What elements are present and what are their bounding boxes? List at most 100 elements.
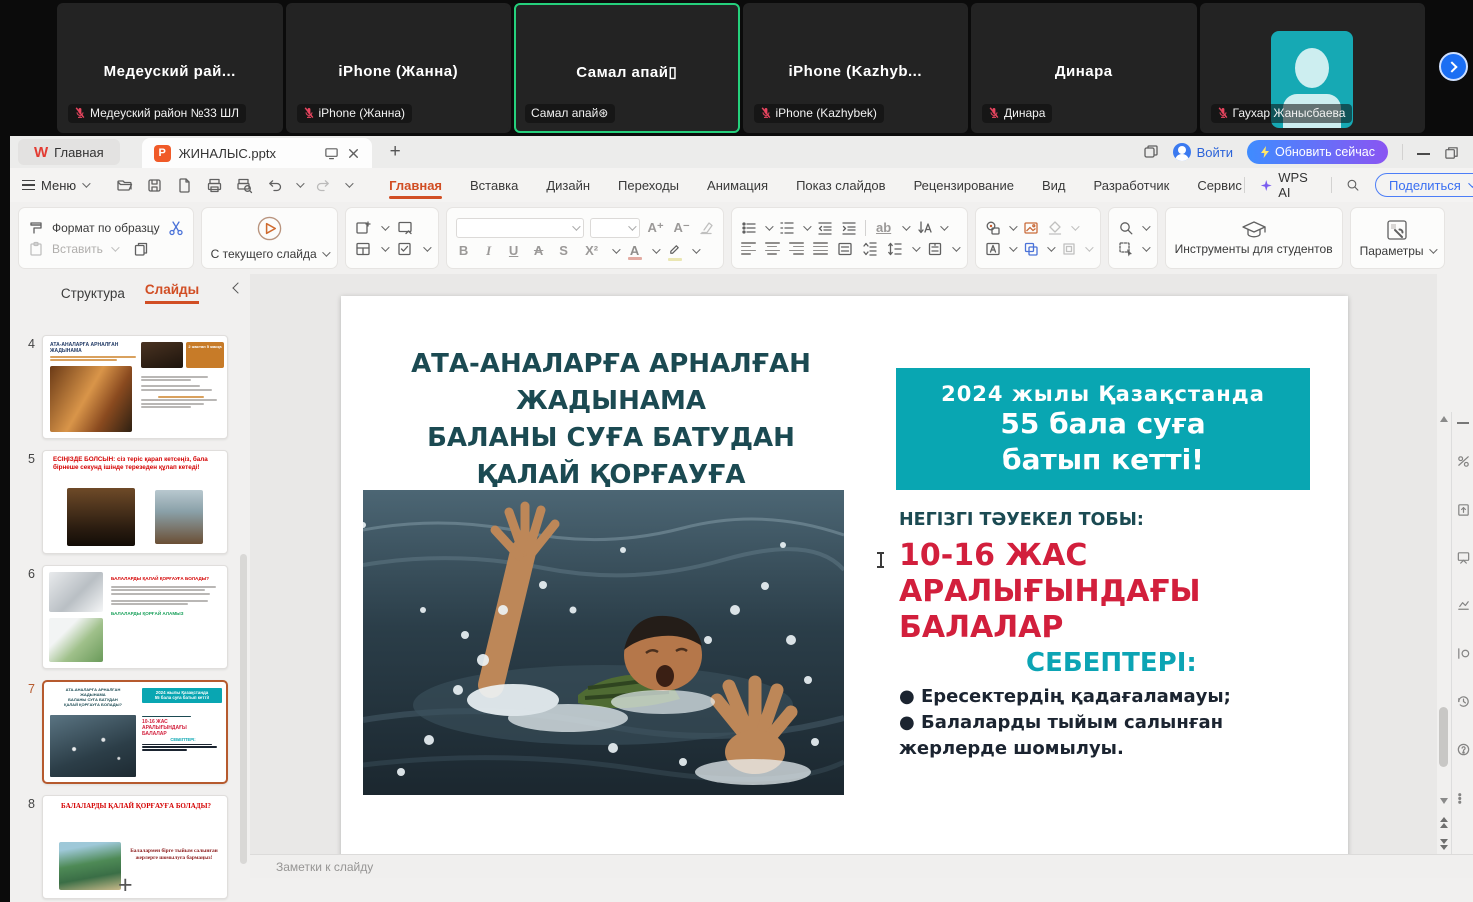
risk-group-heading[interactable]: НЕГІЗГІ ТӘУЕКЕЛ ТОБЫ: — [899, 510, 1144, 530]
shapes-icon[interactable] — [985, 220, 1001, 236]
slide-thumbnail-7-selected[interactable]: АТА-АНАЛАРҒА АРНАЛҒАН ЖАДЫНАМА БАЛАНЫ СУ… — [42, 680, 228, 784]
save-icon[interactable] — [146, 177, 163, 194]
align-left-icon[interactable] — [741, 242, 756, 255]
menu-button[interactable]: Меню — [22, 178, 88, 193]
layout-chevron[interactable] — [381, 243, 389, 251]
arrange-chevron[interactable] — [1047, 243, 1055, 251]
upload-icon[interactable] — [1456, 502, 1471, 517]
participant-tile-samal-active-speaker[interactable]: Самал апай▯ Самал апай⊛ — [514, 3, 740, 133]
justify-icon[interactable] — [813, 242, 828, 255]
numbering-chevron[interactable] — [803, 222, 811, 230]
text-shadow-button[interactable]: S — [556, 243, 572, 258]
line-spacing-chevron[interactable] — [912, 243, 920, 251]
history-icon[interactable] — [1456, 694, 1471, 709]
font-family-select[interactable] — [456, 218, 584, 238]
participant-tile-kazhybek[interactable]: iPhone (Kazhyb... iPhone (Kazhybek) — [743, 3, 969, 133]
restore-window-button[interactable] — [1444, 145, 1459, 160]
quickbar-more-chevron[interactable] — [345, 179, 353, 187]
document-tab[interactable]: P ЖИНАЛЫС.pptx — [142, 138, 372, 168]
redo-icon[interactable] — [315, 177, 332, 194]
reset-slide-icon[interactable] — [397, 241, 413, 257]
bold-button[interactable]: B — [456, 243, 472, 258]
distribute-text-icon[interactable] — [837, 241, 853, 257]
print-preview-icon[interactable] — [236, 177, 253, 194]
tab-animation[interactable]: Анимация — [705, 171, 770, 200]
options-group[interactable]: Параметры — [1350, 207, 1445, 269]
participant-tile-medeusky[interactable]: Медеуский рай... Медеуский район №33 ШЛ — [57, 3, 283, 133]
format-painter-icon[interactable] — [28, 220, 44, 236]
collapse-rail-icon[interactable] — [1457, 422, 1469, 424]
tab-view[interactable]: Вид — [1040, 171, 1068, 200]
slide-layout-icon[interactable] — [355, 241, 371, 257]
tab-developer[interactable]: Разработчик — [1092, 171, 1172, 200]
row-spacing-icon[interactable] — [862, 241, 878, 257]
slide-thumbnail-4[interactable]: АТА-АНАЛАРҒА АРНАЛҒАН ЖАДЫНАМА 2 жастан … — [42, 335, 228, 439]
tab-home[interactable]: Главная — [387, 171, 444, 200]
copy-icon[interactable] — [133, 241, 149, 257]
bullet-list-icon[interactable] — [741, 220, 757, 236]
font-color-chevron[interactable] — [652, 245, 660, 253]
tab-design[interactable]: Дизайн — [544, 171, 592, 200]
participant-tile-dinara[interactable]: Динара Динара — [971, 3, 1197, 133]
student-tools-group[interactable]: Инструменты для студентов — [1165, 207, 1343, 269]
slides-pane-icon[interactable] — [1456, 550, 1471, 565]
insert-picture-icon[interactable] — [1023, 220, 1039, 236]
char-spacing-chevron[interactable] — [902, 222, 910, 230]
find-icon[interactable] — [1118, 220, 1134, 236]
fill-chevron[interactable] — [1071, 222, 1079, 230]
open-file-icon[interactable] — [116, 177, 133, 194]
shapes-chevron[interactable] — [1009, 222, 1017, 230]
text-direction-chevron[interactable] — [940, 222, 948, 230]
font-size-select[interactable] — [590, 218, 640, 238]
reasons-bullets[interactable]: ● Ересектердің қадағаламауы; ● Балаларды… — [899, 684, 1319, 762]
tab-review[interactable]: Рецензирование — [912, 171, 1016, 200]
highlight-button[interactable] — [667, 243, 683, 259]
statistic-box[interactable]: 2024 жылы Қазақстанда 55 бала суға батып… — [896, 368, 1310, 490]
reset-chevron[interactable] — [423, 243, 431, 251]
close-tab-icon[interactable] — [347, 147, 360, 160]
new-slide-icon[interactable] — [355, 220, 371, 236]
clear-format-icon[interactable] — [698, 220, 714, 236]
italic-button[interactable]: I — [481, 243, 497, 259]
numbered-list-icon[interactable] — [779, 220, 795, 236]
new-tab-button[interactable]: + — [390, 141, 401, 163]
update-now-button[interactable]: Обновить сейчас — [1247, 140, 1388, 164]
present-on-screen-icon[interactable] — [324, 146, 339, 161]
frame-icon[interactable] — [1061, 241, 1077, 257]
align-objects-icon[interactable] — [927, 241, 943, 257]
slide-thumbnail-8[interactable]: БАЛАЛАРДЫ ҚАЛАЙ ҚОРҒАУҒА БОЛАДЫ? Балалар… — [42, 795, 228, 899]
text-direction-icon[interactable] — [916, 220, 932, 236]
tab-outline[interactable]: Структура — [61, 286, 125, 301]
underline-button[interactable]: U — [506, 243, 522, 258]
tab-list-icon[interactable] — [1143, 144, 1159, 160]
output-pdf-icon[interactable] — [176, 177, 193, 194]
current-slide[interactable]: АТА-АНАЛАРҒА АРНАЛҒАН ЖАДЫНАМА БАЛАНЫ СУ… — [341, 296, 1348, 865]
increase-indent-icon[interactable] — [841, 220, 857, 236]
decrease-indent-icon[interactable] — [817, 220, 833, 236]
drowning-child-image[interactable] — [363, 490, 844, 795]
participant-tile-gaukhar[interactable]: Гаухар Жанысбаева — [1200, 3, 1426, 133]
previous-slide-button[interactable] — [1440, 817, 1448, 828]
help-icon[interactable] — [1456, 742, 1471, 757]
play-from-current-icon[interactable] — [256, 215, 283, 242]
scrollbar-thumb[interactable] — [1439, 707, 1448, 767]
textbox-icon[interactable] — [985, 241, 1001, 257]
arrange-icon[interactable] — [1023, 241, 1039, 257]
tab-insert[interactable]: Вставка — [468, 171, 520, 200]
select-chevron[interactable] — [1142, 243, 1150, 251]
undo-dropdown-chevron[interactable] — [296, 179, 304, 187]
play-from-current-button[interactable]: С текущего слайда — [211, 247, 317, 261]
grow-font-button[interactable]: A⁺ — [646, 220, 666, 236]
add-slide-button[interactable]: + — [118, 871, 133, 900]
sidebar-scrollbar[interactable] — [240, 554, 247, 864]
next-slide-button[interactable] — [1440, 839, 1448, 850]
format-pane-icon[interactable] — [1456, 454, 1471, 469]
wps-ai-button[interactable]: WPS AI — [1260, 170, 1316, 200]
superscript-button[interactable]: X² — [581, 243, 603, 258]
paste-chevron[interactable] — [111, 243, 119, 251]
cut-icon[interactable] — [168, 220, 184, 236]
char-spacing-button[interactable]: ab — [874, 220, 894, 235]
superscript-chevron[interactable] — [612, 245, 620, 253]
minimize-button[interactable] — [1417, 153, 1430, 155]
wps-home-tab[interactable]: W Главная — [18, 139, 120, 165]
